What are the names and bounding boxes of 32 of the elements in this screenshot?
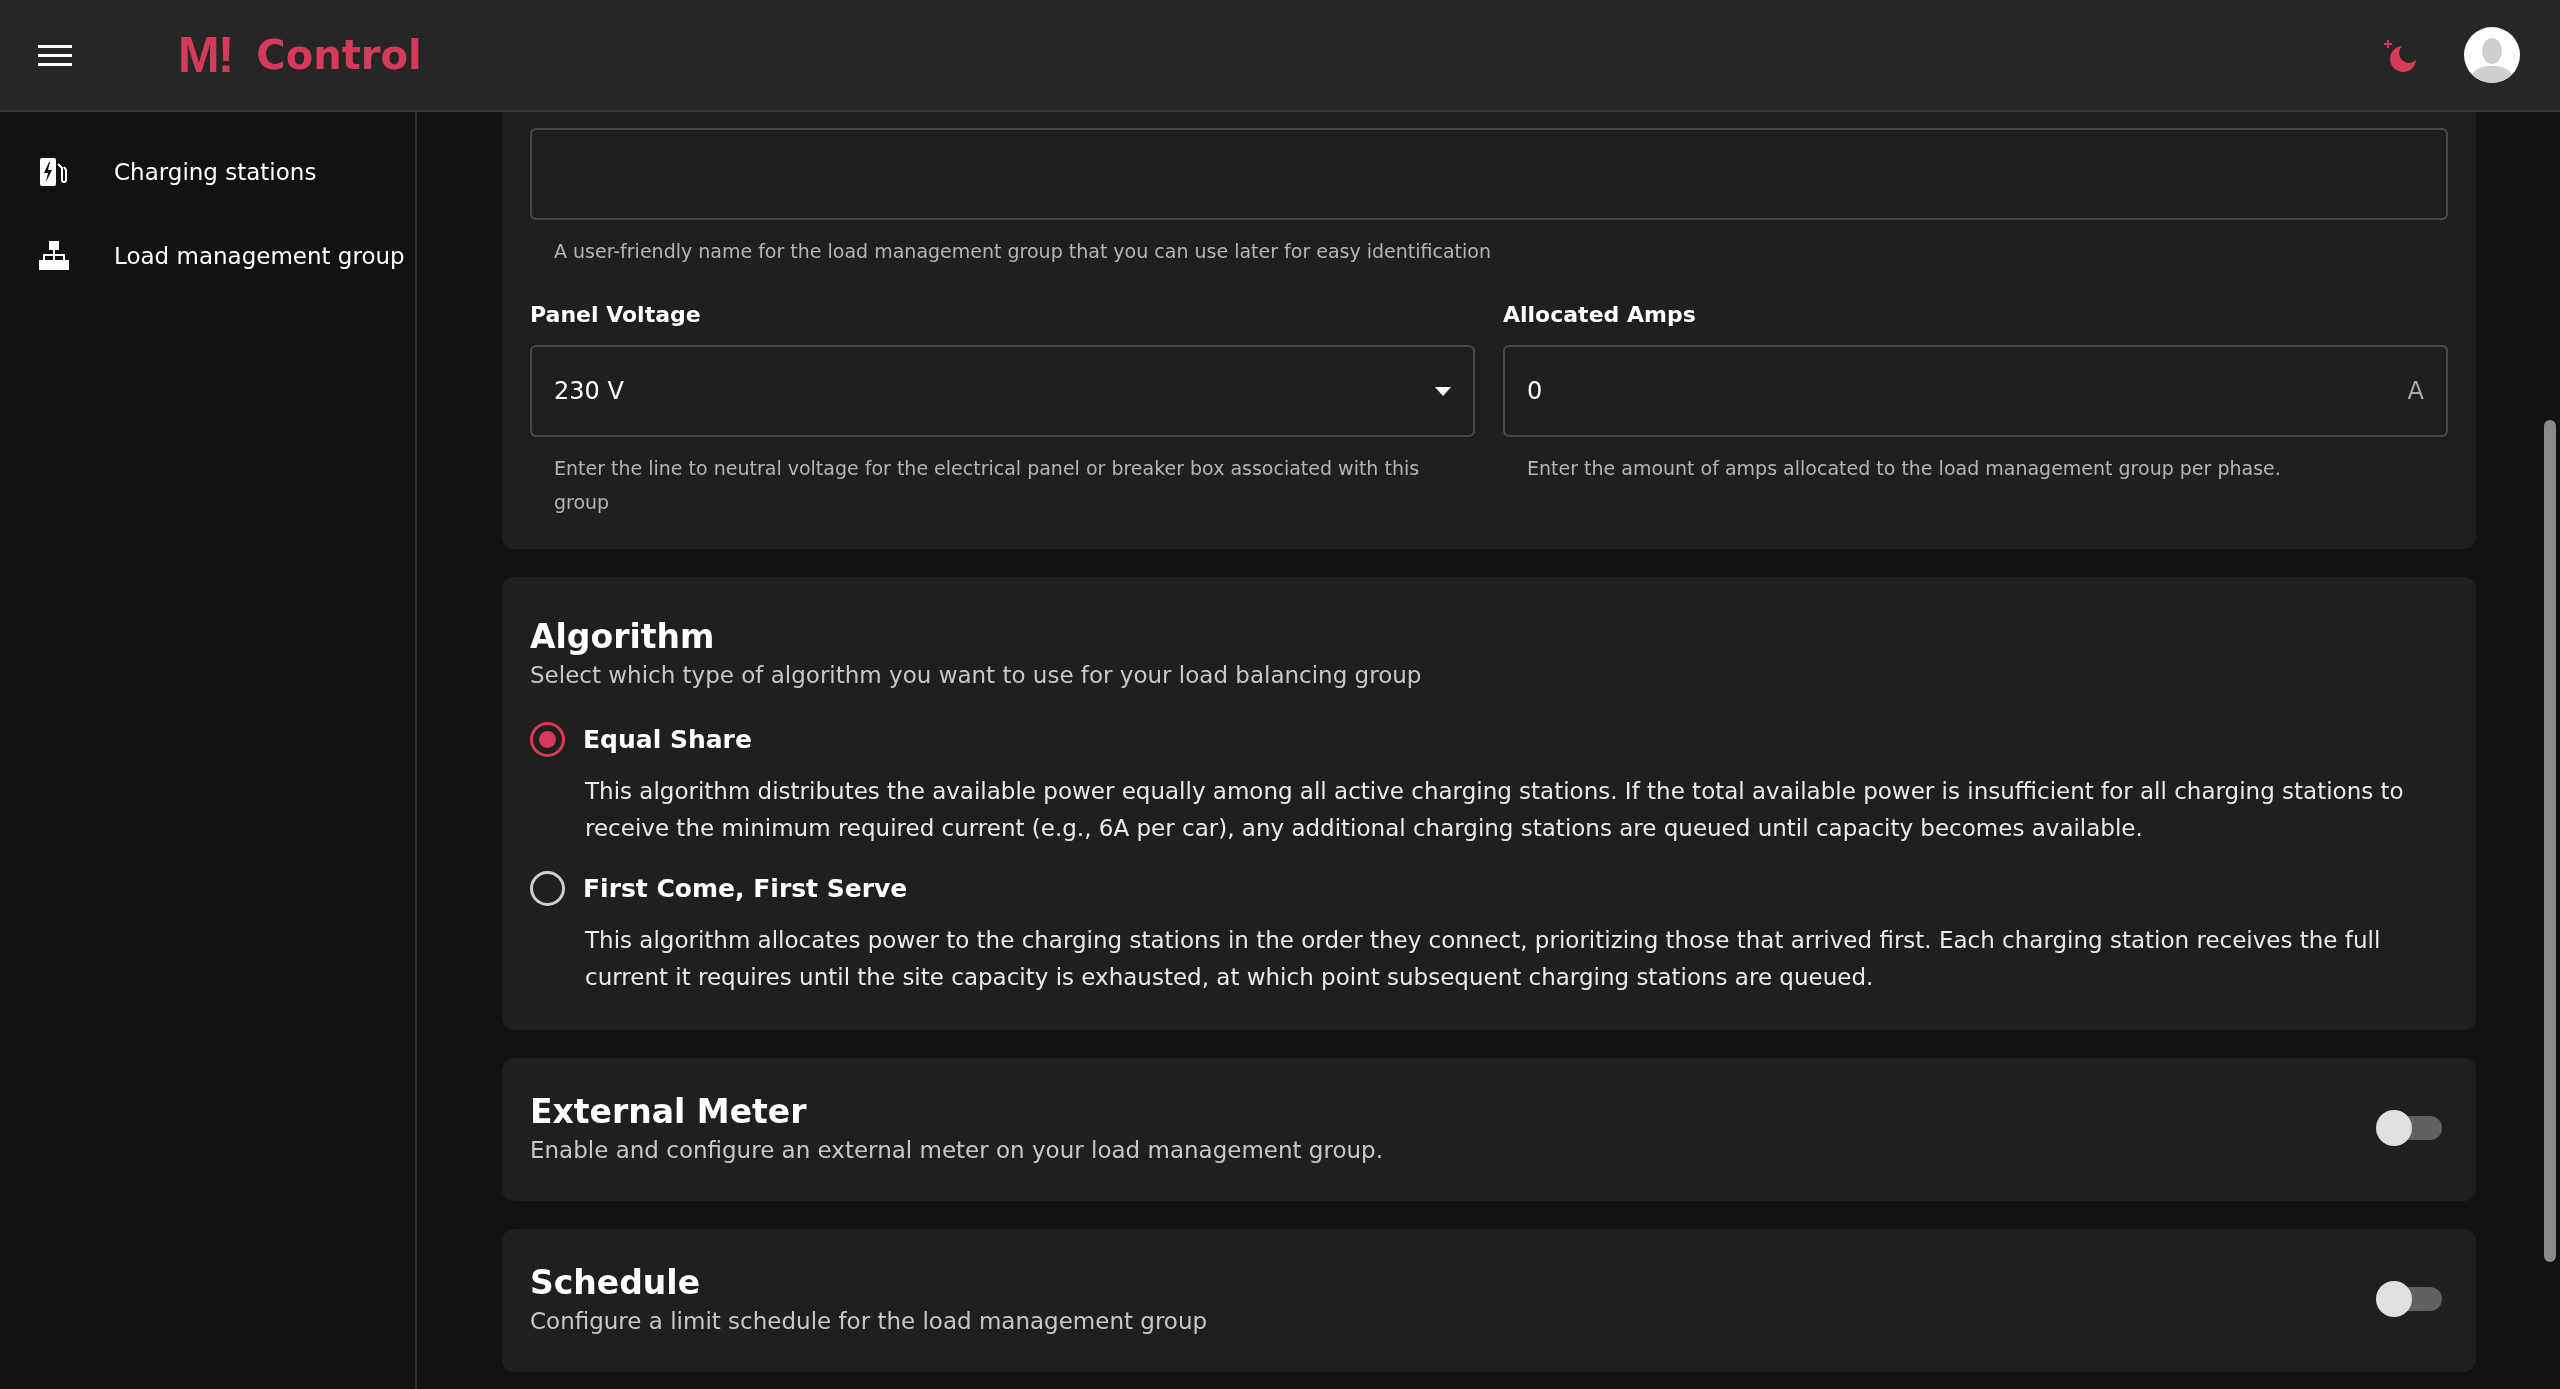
app-title: Control	[256, 32, 422, 78]
option-label: First Come, First Serve	[583, 874, 908, 903]
sidebar-item[interactable]: Charging stations	[0, 130, 415, 214]
section-title: External Meter	[530, 1092, 808, 1131]
name-field[interactable]	[530, 128, 2448, 220]
helper-text: A user-friendly name for the load management group that you can use later for easy identification	[554, 239, 1492, 264]
option-description: This algorithm allocates power to the charging stations in the order they connect, prioritizing those that arrived first. Each charging station receives the full current it requires until the site capacity is exhausted, at which point subsequent charging stations are queued.	[585, 926, 2382, 992]
section-subtitle: Configure a limit schedule for the load management group	[530, 1308, 1209, 1334]
field-label: Panel Voltage	[530, 302, 702, 327]
section-subtitle: Enable and configure an external meter on your load management group.	[530, 1137, 1384, 1163]
hierarchy-icon	[38, 240, 70, 272]
dropdown-caret-icon	[1435, 386, 1451, 396]
field-label: Allocated Amps	[1503, 302, 1697, 327]
voltage-select[interactable]: 230 V	[530, 345, 1475, 437]
option-label: Equal Share	[583, 725, 752, 754]
menu-button[interactable]	[38, 43, 72, 67]
logo-mark: M!	[178, 26, 233, 84]
user-avatar[interactable]	[2464, 27, 2520, 83]
helper-text: Enter the amount of amps allocated to the load management group per phase.	[1527, 456, 2282, 481]
section-subtitle: Select which type of algorithm you want to use for your load balancing group	[530, 662, 1423, 688]
radio-button[interactable]	[530, 722, 565, 757]
charging-station-icon	[38, 156, 70, 188]
section-title: Algorithm	[530, 617, 716, 656]
section-title: Schedule	[530, 1263, 701, 1302]
sidebar-item[interactable]: Load management group	[0, 214, 415, 298]
toggle-switch[interactable]	[2376, 1281, 2442, 1317]
option-description: This algorithm distributes the available power equally among all active charging stations. If the total available power is insufficient for all charging stations to receive the minimum required current (e.g., 6A per car), any additional charging stations are queued until capacity becomes available.	[585, 777, 2405, 843]
menu-icon	[38, 43, 72, 67]
helper-text: Enter the line to neutral voltage for the electrical panel or breaker box associated with this group	[554, 456, 1421, 515]
toggle-switch[interactable]	[2376, 1110, 2442, 1146]
scrollbar[interactable]	[2544, 420, 2556, 1262]
amps-field[interactable]: 0 A	[1503, 345, 2448, 437]
